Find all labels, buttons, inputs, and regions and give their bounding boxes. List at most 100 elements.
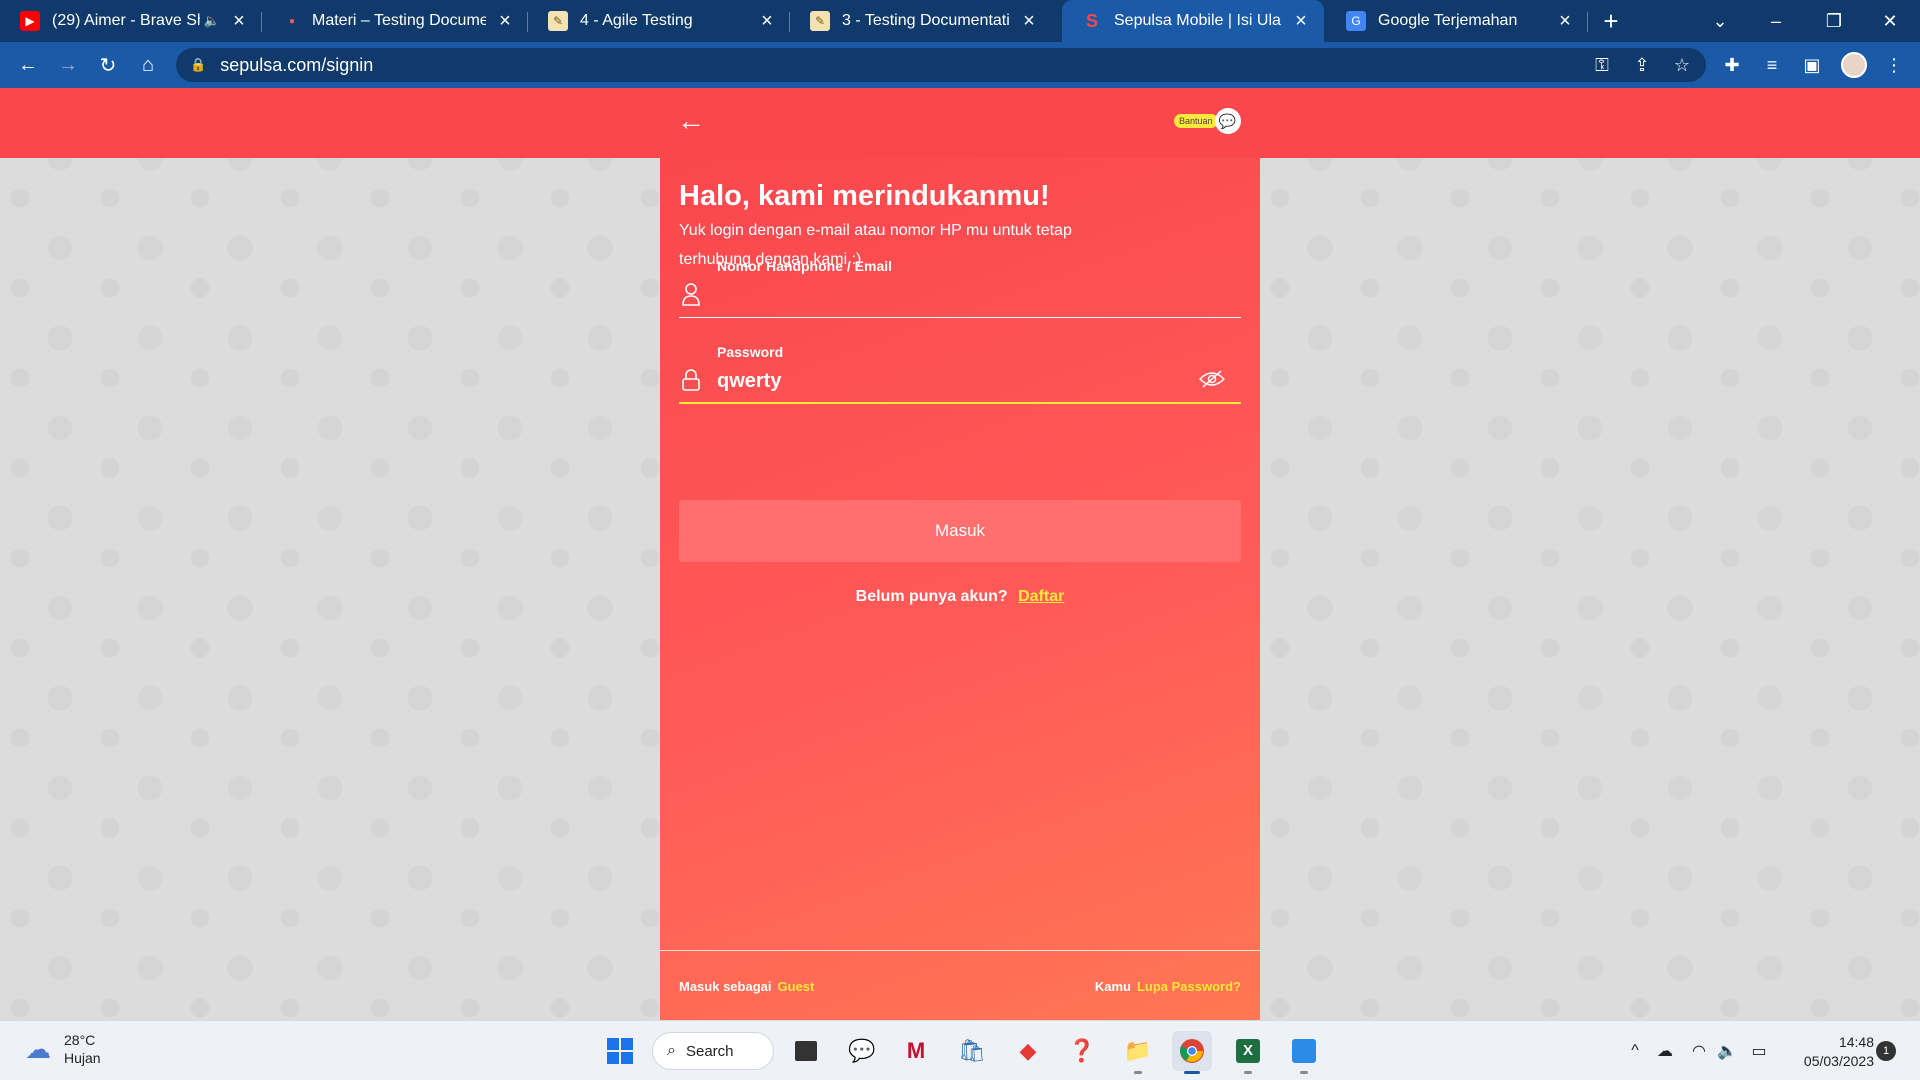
tab-title: Sepulsa Mobile | Isi Ulang Pulsa xyxy=(1114,12,1282,29)
close-window-icon[interactable]: ✕ xyxy=(1862,0,1918,42)
notes-icon: ✎ xyxy=(810,11,830,31)
register-link[interactable]: Daftar xyxy=(1018,588,1064,605)
tab-youtube[interactable]: ▶ (29) Aimer - Brave Shine 🔈 × xyxy=(0,0,262,42)
browser-toolbar: ← → ↻ ⌂ 🔒 sepulsa.com/signin ⚿ ⇪ ☆ ✚ ≡ ▣… xyxy=(0,42,1920,88)
volume-icon[interactable]: 🔈 xyxy=(1712,1031,1742,1071)
extensions-icon[interactable]: ✚ xyxy=(1712,42,1752,88)
bookmark-star-icon[interactable]: ☆ xyxy=(1662,42,1702,88)
close-tab-icon[interactable]: × xyxy=(1554,10,1576,32)
tab-search-icon[interactable]: ⌄ xyxy=(1692,0,1748,42)
wifi-icon[interactable]: ◠ xyxy=(1684,1031,1714,1071)
forward-icon[interactable]: → xyxy=(48,45,88,85)
tab-separator xyxy=(261,12,262,32)
reload-icon[interactable]: ↻ xyxy=(88,45,128,85)
password-label: Password xyxy=(717,344,784,360)
login-footer: Masuk sebagai Guest Kamu Lupa Password? xyxy=(660,950,1260,1020)
close-tab-icon[interactable]: × xyxy=(756,10,778,32)
photos-app-icon[interactable] xyxy=(1284,1031,1324,1074)
url-text: sepulsa.com/signin xyxy=(220,54,374,75)
weather-text: 28°C Hujan xyxy=(64,1031,101,1067)
lock-icon xyxy=(679,366,703,394)
weather-desc: Hujan xyxy=(64,1050,101,1066)
dot-icon: ● xyxy=(288,15,296,27)
notes-icon: ✎ xyxy=(548,11,568,31)
new-tab-button[interactable]: + xyxy=(1590,0,1632,42)
side-panel-icon[interactable]: ▣ xyxy=(1792,42,1832,88)
back-icon[interactable]: ← xyxy=(8,45,48,85)
tab-separator xyxy=(1587,12,1588,32)
profile-avatar[interactable] xyxy=(1834,42,1874,88)
search-icon: ⌕ xyxy=(667,1042,676,1059)
login-button[interactable]: Masuk xyxy=(679,500,1241,562)
menu-kebab-icon[interactable]: ⋮ xyxy=(1874,42,1914,88)
clock-date: 05/03/2023 xyxy=(1803,1053,1874,1069)
back-arrow-icon[interactable]: ← xyxy=(676,105,706,136)
windows-taskbar: ☁ 28°C Hujan ⌕ Search 💬 M 🛍 ◆ ❓ 📁 X ^ ☁ … xyxy=(0,1020,1920,1080)
password-field: Password xyxy=(679,344,1241,404)
chrome-icon[interactable] xyxy=(1172,1031,1212,1074)
mcafee-icon[interactable]: M xyxy=(896,1031,936,1071)
speaker-icon[interactable]: 🔈 xyxy=(204,13,220,29)
register-prompt: Belum punya akun? Daftar xyxy=(660,588,1260,606)
page-title: Halo, kami merindukanmu! xyxy=(679,180,1050,212)
tab-agile-testing[interactable]: ✎ 4 - Agile Testing × xyxy=(528,0,790,42)
close-tab-icon[interactable]: × xyxy=(1018,10,1040,32)
start-icon[interactable] xyxy=(600,1031,640,1071)
battery-icon[interactable]: ▭ xyxy=(1744,1031,1774,1071)
close-tab-icon[interactable]: × xyxy=(228,10,250,32)
tab-google-translate[interactable]: G Google Terjemahan × xyxy=(1326,0,1588,42)
rain-cloud-icon: ☁ xyxy=(25,1033,51,1064)
help-label: Bantuan xyxy=(1174,114,1218,128)
weather-widget[interactable]: ☁ 28°C Hujan xyxy=(20,1031,101,1067)
username-label: Nomor Handphone / Email xyxy=(717,258,893,274)
address-bar[interactable]: 🔒 sepulsa.com/signin xyxy=(176,48,1706,82)
user-icon xyxy=(679,280,703,308)
username-field: Nomor Handphone / Email xyxy=(679,258,1241,318)
weather-temp: 28°C xyxy=(64,1032,96,1048)
browser-tab-bar: ▶ (29) Aimer - Brave Shine 🔈 × ● Materi … xyxy=(0,0,1920,42)
excel-icon[interactable]: X xyxy=(1228,1031,1268,1074)
tab-materi[interactable]: ● Materi – Testing Documentation × xyxy=(266,0,528,42)
store-icon[interactable]: 🛍 xyxy=(952,1031,992,1071)
tray-chevron-icon[interactable]: ^ xyxy=(1620,1031,1650,1071)
close-tab-icon[interactable]: × xyxy=(494,10,516,32)
restore-icon[interactable]: ❐ xyxy=(1806,0,1862,42)
forgot-password-link[interactable]: Lupa Password? xyxy=(1137,979,1241,994)
sepulsa-icon: S xyxy=(1085,10,1098,31)
help-button[interactable]: Bantuan 💬 xyxy=(1174,106,1241,136)
media-control-icon[interactable]: ≡ xyxy=(1752,42,1792,88)
search-label: Search xyxy=(685,1042,734,1060)
forgot-password: Kamu Lupa Password? xyxy=(1095,979,1241,994)
file-explorer-icon[interactable]: 📁 xyxy=(1118,1031,1158,1074)
password-input[interactable] xyxy=(717,366,1197,396)
notification-badge[interactable]: 1 xyxy=(1876,1041,1896,1061)
password-key-icon[interactable]: ⚿ xyxy=(1582,42,1622,88)
share-icon[interactable]: ⇪ xyxy=(1622,42,1662,88)
close-tab-icon[interactable]: × xyxy=(1290,10,1312,32)
help-app-icon[interactable]: ❓ xyxy=(1062,1031,1102,1071)
guest-link[interactable]: Guest xyxy=(778,979,815,994)
guest-login: Masuk sebagai Guest xyxy=(679,979,814,994)
clock[interactable]: 14:48 05/03/2023 xyxy=(1778,1033,1874,1071)
taskbar-search[interactable]: ⌕ Search xyxy=(652,1032,774,1070)
tab-title: Materi – Testing Documentation xyxy=(312,12,486,29)
onedrive-icon[interactable]: ☁ xyxy=(1650,1031,1680,1071)
register-prompt-text: Belum punya akun? xyxy=(855,588,1008,605)
home-icon[interactable]: ⌂ xyxy=(128,45,168,85)
tab-title: (29) Aimer - Brave Shine xyxy=(52,12,200,29)
tab-title: 3 - Testing Documentation xyxy=(842,12,1010,29)
guest-prefix: Masuk sebagai xyxy=(679,979,772,994)
lock-icon[interactable]: 🔒 xyxy=(190,57,206,73)
tab-sepulsa[interactable]: S Sepulsa Mobile | Isi Ulang Pulsa × xyxy=(1062,0,1324,42)
clock-time: 14:48 xyxy=(1838,1034,1874,1050)
translate-icon: G xyxy=(1346,11,1366,31)
diamond-app-icon[interactable]: ◆ xyxy=(1008,1031,1048,1071)
eye-slash-icon[interactable] xyxy=(1197,364,1227,394)
username-input[interactable] xyxy=(717,280,1197,310)
task-view-icon[interactable] xyxy=(786,1031,826,1071)
tab-testing-documentation[interactable]: ✎ 3 - Testing Documentation × xyxy=(790,0,1052,42)
youtube-icon: ▶ xyxy=(20,11,40,31)
minimize-icon[interactable]: – xyxy=(1748,0,1804,42)
tab-title: 4 - Agile Testing xyxy=(580,12,693,29)
teams-chat-icon[interactable]: 💬 xyxy=(842,1031,882,1071)
